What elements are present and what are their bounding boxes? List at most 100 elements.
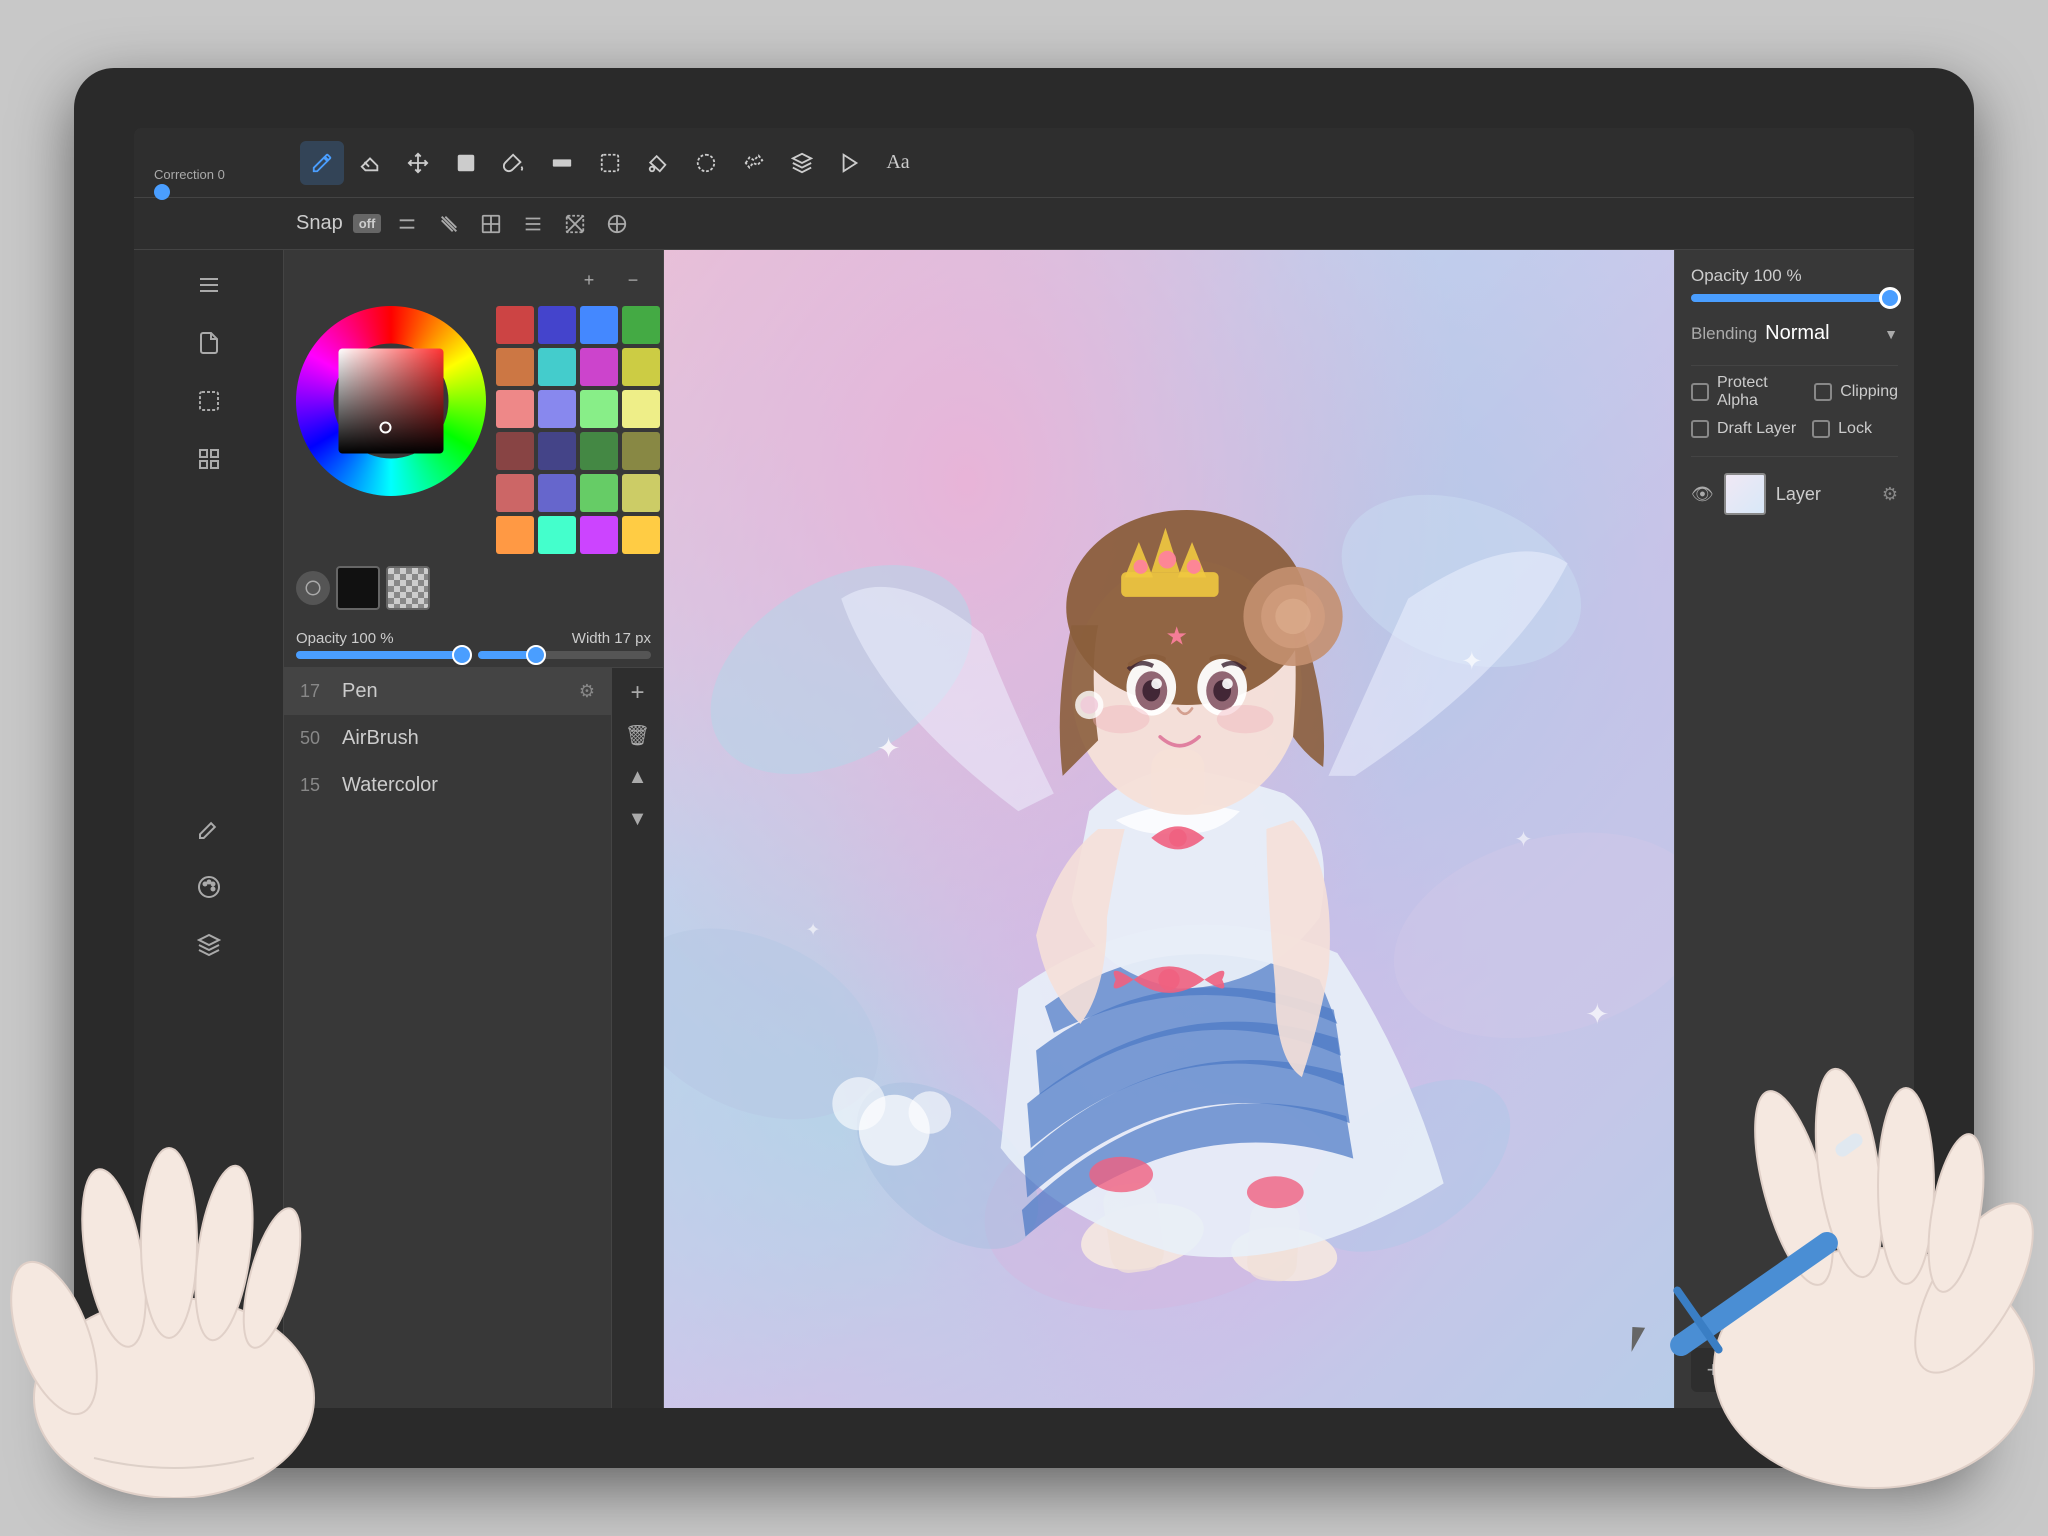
color-tools xyxy=(296,562,651,614)
square-grid-icon[interactable] xyxy=(475,208,507,240)
grid-lines-icon[interactable] xyxy=(391,208,423,240)
swatch-21[interactable] xyxy=(496,516,534,554)
right-panel: Opacity 100 % Blending Normal ▼ Pro xyxy=(1674,250,1914,1408)
swatch-4[interactable] xyxy=(622,306,660,344)
clipping-checkbox[interactable] xyxy=(1814,383,1832,401)
add-color-btn[interactable]: + xyxy=(571,262,607,298)
diagonal-lines-icon[interactable] xyxy=(433,208,465,240)
tablet-frame: Correction 0 xyxy=(74,68,1974,1468)
selection-rect-tool[interactable] xyxy=(588,141,632,185)
select-lasso-tool[interactable] xyxy=(732,141,776,185)
cross-diagonal-icon[interactable] xyxy=(559,208,591,240)
blending-dropdown-btn[interactable]: ▼ xyxy=(1884,326,1898,342)
brush-delete-btn[interactable]: 🗑 xyxy=(619,716,657,754)
color-mixer-btn[interactable] xyxy=(296,571,330,605)
layer-delete-btn[interactable]: 🗑 xyxy=(1743,1348,1787,1392)
swatch-13[interactable] xyxy=(496,432,534,470)
horiz-lines-icon[interactable] xyxy=(517,208,549,240)
swatch-9[interactable] xyxy=(496,390,534,428)
eyedropper-tool[interactable] xyxy=(636,141,680,185)
blending-row: Blending Normal ▼ xyxy=(1691,322,1898,345)
sidebar-undo-icon[interactable] xyxy=(184,1290,234,1340)
saturation-picker[interactable] xyxy=(339,349,444,454)
pencil-tool[interactable] xyxy=(300,141,344,185)
rect-fill-tool[interactable] xyxy=(444,141,488,185)
swatch-7[interactable] xyxy=(580,348,618,386)
brush-name-3: Watercolor xyxy=(342,774,595,797)
svg-text:✦: ✦ xyxy=(1585,999,1609,1031)
layer-tool[interactable] xyxy=(780,141,824,185)
transform-tool[interactable] xyxy=(396,141,440,185)
layer-eye-icon[interactable]: 👁 xyxy=(1691,484,1714,505)
brush-item-2[interactable]: 50 AirBrush xyxy=(284,715,611,762)
eraser-tool[interactable] xyxy=(348,141,392,185)
sidebar-layers-icon[interactable] xyxy=(184,920,234,970)
brush-num-1: 17 xyxy=(300,681,330,702)
lock-checkbox[interactable] xyxy=(1812,420,1830,438)
brush-num-3: 15 xyxy=(300,775,330,796)
brush-down-btn[interactable]: ▼ xyxy=(619,800,657,838)
swatch-23[interactable] xyxy=(580,516,618,554)
text-tool[interactable]: Aa xyxy=(876,141,920,185)
swatch-17[interactable] xyxy=(496,474,534,512)
layer-opacity-thumb[interactable] xyxy=(1879,287,1901,309)
swatch-8[interactable] xyxy=(622,348,660,386)
main-area: + − xyxy=(134,250,1914,1408)
artwork-canvas[interactable]: ★ xyxy=(664,250,1674,1408)
swatch-20[interactable] xyxy=(622,474,660,512)
sidebar-menu-icon[interactable] xyxy=(184,260,234,310)
opacity-slider[interactable] xyxy=(296,651,470,659)
swatch-12[interactable] xyxy=(622,390,660,428)
brush-item-1[interactable]: 17 Pen ⚙ xyxy=(284,668,611,715)
swatch-15[interactable] xyxy=(580,432,618,470)
brush-up-btn[interactable]: ▲ xyxy=(619,758,657,796)
layer-add-btn[interactable]: + xyxy=(1691,1348,1735,1392)
sidebar-brush-icon[interactable] xyxy=(184,804,234,854)
layer-item-1[interactable]: 👁 Layer ⚙ xyxy=(1691,465,1898,523)
sidebar-transform-icon[interactable] xyxy=(184,434,234,484)
sidebar-selection-icon[interactable] xyxy=(184,376,234,426)
sidebar-redo-icon[interactable] xyxy=(184,1348,234,1398)
swatch-11[interactable] xyxy=(580,390,618,428)
remove-color-btn[interactable]: − xyxy=(615,262,651,298)
swatch-16[interactable] xyxy=(622,432,660,470)
bucket-tool[interactable] xyxy=(492,141,536,185)
circle-snap-icon[interactable] xyxy=(601,208,633,240)
layer-settings-btn[interactable]: ⚙ xyxy=(1882,484,1898,505)
swatch-1[interactable] xyxy=(496,306,534,344)
brush-add-btn[interactable]: + xyxy=(619,674,657,712)
foreground-color[interactable] xyxy=(336,566,380,610)
sidebar-newfile-icon[interactable] xyxy=(184,318,234,368)
blending-label: Blending xyxy=(1691,324,1757,344)
width-thumb[interactable] xyxy=(526,645,546,665)
swatch-6[interactable] xyxy=(538,348,576,386)
swatch-18[interactable] xyxy=(538,474,576,512)
color-wheel[interactable] xyxy=(296,306,486,496)
swatch-10[interactable] xyxy=(538,390,576,428)
swatch-22[interactable] xyxy=(538,516,576,554)
shape-tool[interactable] xyxy=(540,141,584,185)
select-pen-tool[interactable] xyxy=(684,141,728,185)
draft-layer-checkbox[interactable] xyxy=(1691,420,1709,438)
swatch-3[interactable] xyxy=(580,306,618,344)
color-header: + − xyxy=(296,262,651,298)
opacity-thumb[interactable] xyxy=(452,645,472,665)
sidebar-palette-icon[interactable] xyxy=(184,862,234,912)
layer-opacity-slider[interactable] xyxy=(1691,294,1898,302)
protect-alpha-checkbox[interactable] xyxy=(1691,383,1709,401)
canvas-area[interactable]: ★ xyxy=(664,250,1674,1408)
svg-text:✦: ✦ xyxy=(877,733,901,765)
color-wheel-container[interactable] xyxy=(296,306,486,496)
background-color[interactable] xyxy=(386,566,430,610)
brush-settings-1[interactable]: ⚙ xyxy=(579,681,595,702)
brush-item-3[interactable]: 15 Watercolor xyxy=(284,762,611,809)
top-toolbar: Correction 0 xyxy=(134,128,1914,198)
snap-off-badge[interactable]: off xyxy=(353,214,382,233)
swatch-24[interactable] xyxy=(622,516,660,554)
width-slider[interactable] xyxy=(478,651,652,659)
swatch-2[interactable] xyxy=(538,306,576,344)
swatch-19[interactable] xyxy=(580,474,618,512)
arrow-tool[interactable] xyxy=(828,141,872,185)
swatch-14[interactable] xyxy=(538,432,576,470)
swatch-5[interactable] xyxy=(496,348,534,386)
